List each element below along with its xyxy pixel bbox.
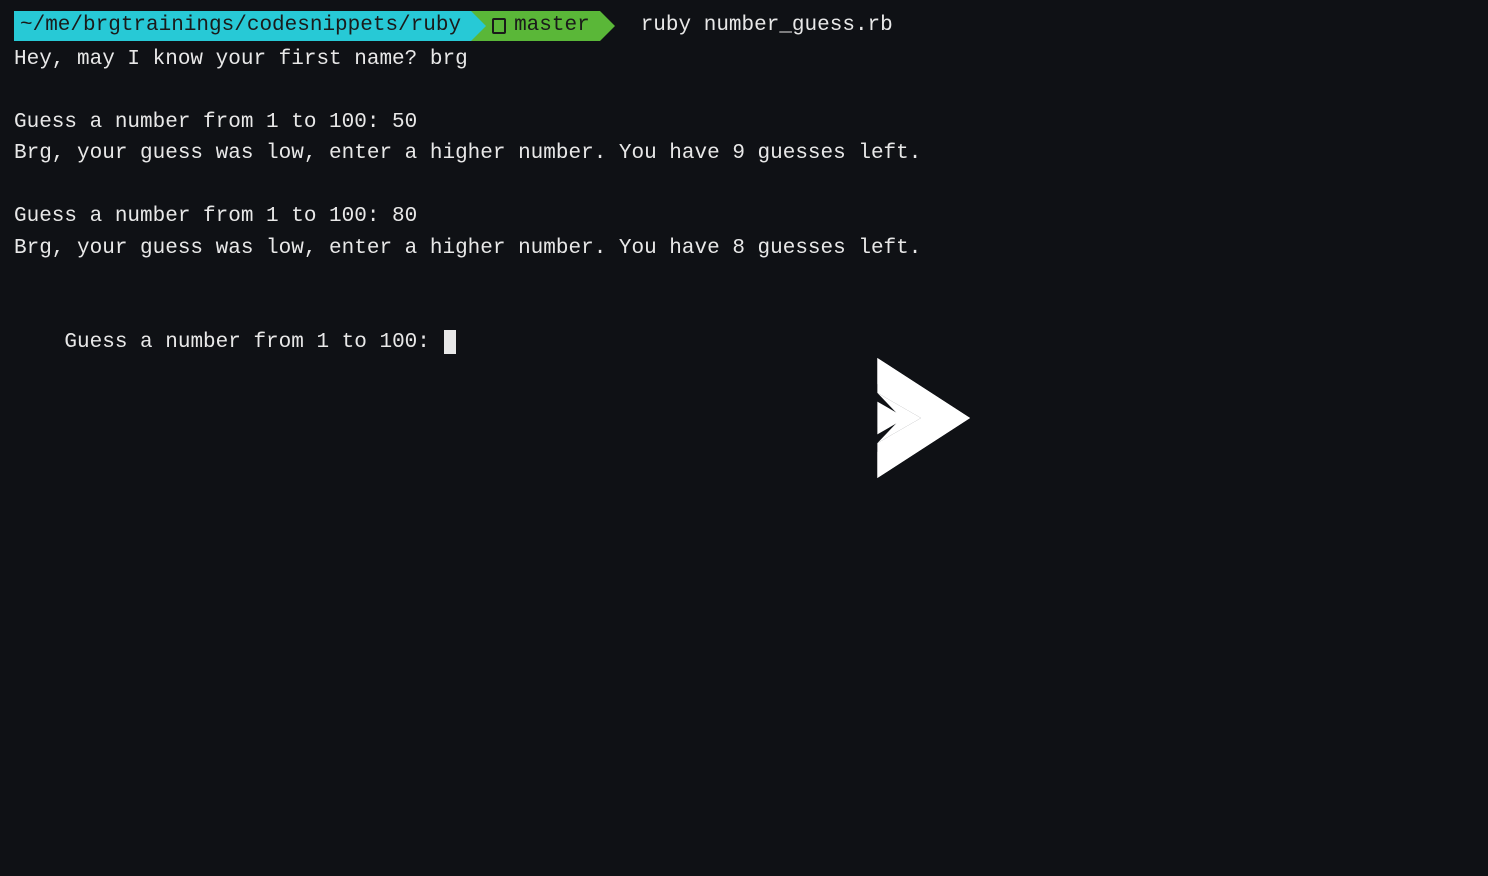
powerline-arrow-icon [600,11,615,41]
command-text: ruby number_guess.rb [615,10,893,42]
prompt-branch-segment: master [486,11,600,41]
play-button[interactable] [866,358,976,478]
prompt-path-segment: ~/me/brgtrainings/codesnippets/ruby [14,11,471,41]
prompt-text: Guess a number from 1 to 100: [64,331,442,354]
shell-prompt-line: ~/me/brgtrainings/codesnippets/ruby mast… [14,10,1474,42]
output-line: Guess a number from 1 to 100: 50 [14,107,1474,139]
output-blank [14,170,1474,202]
branch-name: master [514,11,590,41]
output-line: Brg, your guess was low, enter a higher … [14,138,1474,170]
powerline-arrow-icon [471,11,486,41]
play-icon [866,358,976,478]
branch-icon [492,18,506,34]
output-blank [14,264,1474,296]
cursor-block [444,330,456,354]
output-line: Hey, may I know your first name? brg [14,44,1474,76]
output-line: Brg, your guess was low, enter a higher … [14,233,1474,265]
input-prompt-line[interactable]: Guess a number from 1 to 100: [14,296,1474,391]
output-line: Guess a number from 1 to 100: 80 [14,201,1474,233]
output-blank [14,75,1474,107]
terminal[interactable]: ~/me/brgtrainings/codesnippets/ruby mast… [14,10,1474,390]
